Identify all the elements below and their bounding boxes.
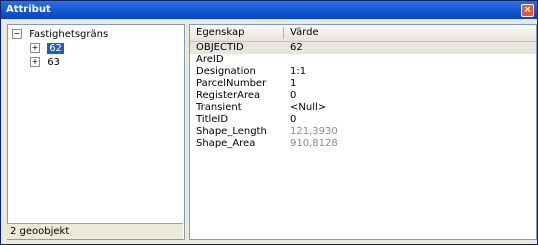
collapse-icon[interactable]: − [12, 29, 22, 39]
attribute-name: ParcelNumber [196, 78, 267, 89]
attribute-value[interactable]: <Null> [290, 102, 326, 114]
title-bar[interactable]: Attribut × [1, 1, 537, 19]
attribute-name: OBJECTID [196, 42, 244, 53]
attribute-table: Egenskap Värde OBJECTID 62 AreID Designa… [189, 24, 537, 240]
expand-icon[interactable]: + [30, 57, 40, 67]
table-row[interactable]: RegisterArea 0 [190, 90, 536, 102]
tree-node-63[interactable]: + 63 [12, 56, 108, 70]
attribute-value[interactable]: 1:1 [290, 66, 306, 78]
tree-root-label[interactable]: Fastighetsgräns [29, 29, 108, 40]
attribute-name: Transient [196, 102, 242, 113]
attribute-name: TitleID [196, 114, 229, 125]
attribute-value[interactable]: 0 [290, 114, 296, 126]
feature-tree: − Fastighetsgräns + 62 + 63 [12, 28, 108, 70]
attribute-name: Designation [196, 66, 256, 77]
table-row[interactable]: OBJECTID 62 [190, 42, 536, 54]
attribute-name: Shape_Area [196, 138, 256, 149]
table-header: Egenskap Värde [190, 25, 536, 42]
table-row[interactable]: Designation 1:1 [190, 66, 536, 78]
tree-node-label-62[interactable]: 62 [47, 43, 64, 54]
tree-node-label-63[interactable]: 63 [47, 57, 60, 68]
column-header-property[interactable]: Egenskap [196, 27, 244, 38]
table-row[interactable]: TitleID 0 [190, 114, 536, 126]
table-row[interactable]: AreID [190, 54, 536, 66]
column-header-value[interactable]: Värde [290, 27, 319, 38]
expand-icon[interactable]: + [30, 43, 40, 53]
attribute-value[interactable]: 0 [290, 90, 296, 102]
attribute-window: Attribut × − Fastighetsgräns + 62 + 63 2… [0, 0, 538, 245]
tree-root-node[interactable]: − Fastighetsgräns [12, 28, 108, 42]
attribute-value[interactable]: 121,3930 [290, 126, 338, 138]
attribute-value[interactable]: 62 [290, 42, 303, 54]
table-row[interactable]: Transient <Null> [190, 102, 536, 114]
attribute-value[interactable]: 910,8128 [290, 138, 338, 150]
close-icon: × [523, 5, 532, 15]
table-row[interactable]: Shape_Area 910,8128 [190, 138, 536, 150]
feature-tree-pane: − Fastighetsgräns + 62 + 63 [7, 24, 185, 240]
attribute-name: AreID [196, 54, 224, 65]
attribute-value[interactable]: 1 [290, 78, 296, 90]
table-row[interactable]: Shape_Length 121,3930 [190, 126, 536, 138]
table-body: OBJECTID 62 AreID Designation 1:1 Parcel… [190, 42, 536, 150]
attribute-name: Shape_Length [196, 126, 267, 137]
window-title: Attribut [6, 4, 51, 15]
feature-count-status: 2 geoobjekt [7, 223, 183, 239]
tree-node-62[interactable]: + 62 [12, 42, 108, 56]
table-row[interactable]: ParcelNumber 1 [190, 78, 536, 90]
close-button[interactable]: × [521, 4, 534, 17]
attribute-name: RegisterArea [196, 90, 261, 101]
column-divider[interactable] [283, 27, 284, 39]
